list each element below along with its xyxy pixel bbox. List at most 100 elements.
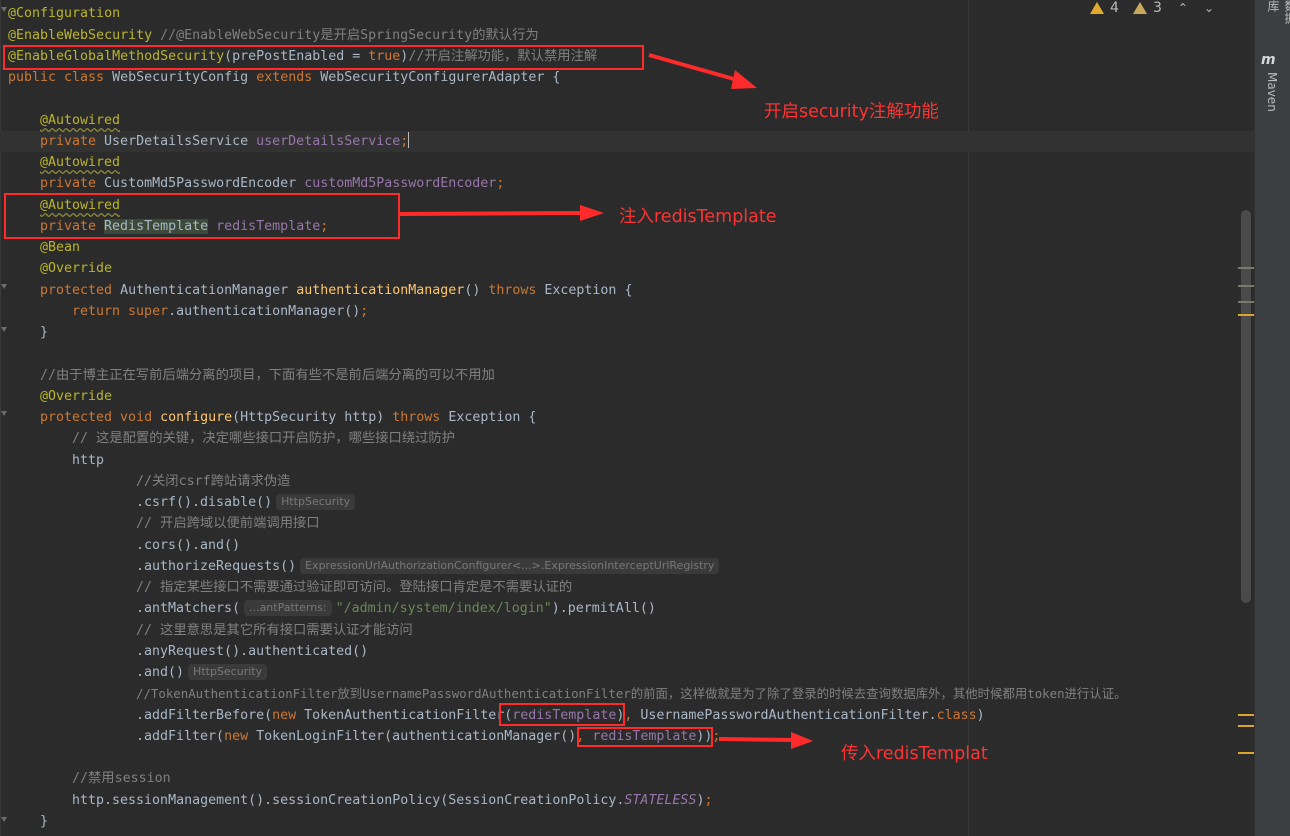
code-token: .addFilter( (136, 729, 225, 744)
code-line[interactable]: //关闭csrf跨站请求伪造 (136, 471, 290, 492)
semicolon-token: ; (704, 793, 713, 808)
comment-token: // 这是配置的关键，决定哪些接口开启防护，哪些接口绕过防护 (72, 431, 456, 446)
type-token: CustomMd5PasswordEncoder (104, 176, 305, 191)
code-token: (HttpSecurity http) (232, 410, 393, 425)
code-line[interactable]: } (40, 322, 48, 343)
arrow-icon (399, 205, 604, 221)
keyword-token: extends (256, 70, 321, 85)
highlight-box (4, 193, 400, 239)
fold-marker-icon[interactable] (1, 284, 7, 292)
code-token: .and() (136, 665, 185, 680)
scroll-marker[interactable] (1238, 285, 1254, 287)
code-line[interactable]: private CustomMd5PasswordEncoder customM… (40, 173, 504, 194)
code-line[interactable]: .cors().and() (136, 535, 240, 556)
maven-tool-tab[interactable]: Maven (1265, 72, 1279, 112)
code-line[interactable]: .anyRequest().authenticated() (136, 641, 368, 662)
code-token: http.sessionManagement().sessionCreation… (72, 793, 625, 808)
comment-token: // 开启跨域以便前端调用接口 (136, 516, 320, 531)
code-token: WebSecurityConfigurerAdapter { (320, 70, 561, 85)
code-token: Exception { (544, 283, 633, 298)
code-line[interactable]: @Autowired (40, 152, 120, 173)
keyword-token: new (224, 729, 257, 744)
right-tool-window-bar: 数据库 m Maven (1254, 0, 1290, 836)
code-line[interactable]: @Configuration (8, 3, 120, 24)
keyword-token: protected (40, 283, 121, 298)
code-line[interactable]: @Override (40, 386, 112, 407)
comment-token: //由于博主正在写前后端分离的项目，下面有些不是前后端分离的可以不用加 (40, 368, 495, 383)
fold-marker-icon[interactable] (1, 817, 7, 825)
annotation-token: @Bean (40, 240, 81, 255)
comment-token: // 这里意思是其它所有接口需要认证才能访问 (136, 623, 413, 638)
code-line[interactable]: @Bean (40, 237, 80, 258)
code-token: .authenticationManager() (168, 304, 361, 319)
keyword-token: super (128, 304, 169, 319)
annotation-token: @Override (40, 389, 113, 404)
weak-warning-icon (1132, 2, 1147, 14)
inspection-widget[interactable]: 4 3 ⌃ ⌄ (1090, 0, 1214, 16)
code-line[interactable]: return super.authenticationManager(); (72, 301, 368, 322)
warning-count: 4 (1110, 0, 1119, 16)
code-line[interactable]: .and() HttpSecurity (136, 662, 271, 683)
code-token: .authorizeRequests() (136, 559, 297, 574)
code-line[interactable]: } (40, 811, 48, 832)
scroll-marker[interactable] (1238, 267, 1254, 269)
code-line[interactable]: //TokenAuthenticationFilter放到UsernamePas… (136, 683, 1127, 704)
highlight-box (499, 703, 625, 726)
semicolon-token: ; (496, 176, 505, 191)
fold-marker-icon[interactable] (1, 411, 7, 419)
fold-marker-icon[interactable] (1, 327, 7, 335)
fold-marker-icon[interactable] (1, 7, 7, 15)
code-token: .csrf().disable() (136, 495, 273, 510)
code-line[interactable]: protected AuthenticationManager authenti… (40, 280, 632, 301)
code-line[interactable]: private UserDetailsService userDetailsSe… (40, 131, 410, 152)
code-line[interactable]: http (72, 450, 104, 471)
constant-token: STATELESS (624, 793, 697, 808)
scroll-marker[interactable] (1238, 725, 1254, 727)
callout-label: 开启security注解功能 (764, 102, 939, 122)
comment-token: //TokenAuthenticationFilter放到UsernamePas… (136, 686, 1127, 701)
code-token: ) (976, 708, 985, 723)
chevron-up-icon[interactable]: ⌃ (1178, 1, 1188, 15)
code-line[interactable]: // 这里意思是其它所有接口需要认证才能访问 (136, 620, 413, 641)
comment-token: //@EnableWebSecurity是开启SpringSecurity的默认… (152, 28, 539, 43)
field-token: customMd5PasswordEncoder (304, 176, 497, 191)
code-line[interactable]: .csrf().disable() HttpSecurity (136, 492, 359, 513)
scroll-marker[interactable] (1238, 752, 1254, 754)
code-editor[interactable]: @Configuration @EnableWebSecurity //@Ena… (0, 0, 1254, 836)
code-token: http (72, 453, 105, 468)
code-line[interactable]: //禁用session (72, 768, 171, 789)
code-token: TokenAuthenticationFilter( (304, 708, 513, 723)
code-line[interactable]: http.sessionManagement().sessionCreation… (72, 790, 712, 811)
code-line[interactable]: // 这是配置的关键，决定哪些接口开启防护，哪些接口绕过防护 (72, 428, 455, 449)
highlight-box (3, 45, 644, 70)
code-line[interactable]: @EnableWebSecurity //@EnableWebSecurity是… (8, 25, 539, 46)
code-line[interactable]: .antMatchers(...antPatterns: "/admin/syst… (136, 598, 656, 619)
code-token: .anyRequest().authenticated() (136, 644, 369, 659)
code-line[interactable]: protected void configure(HttpSecurity ht… (40, 407, 536, 428)
code-token: ).permitAll() (551, 601, 656, 616)
arrow-icon (718, 732, 813, 749)
code-line[interactable]: @Override (40, 258, 112, 279)
code-line[interactable]: @Autowired (40, 110, 120, 131)
keyword-token: private (40, 134, 105, 149)
scroll-marker[interactable] (1238, 301, 1254, 303)
code-line[interactable]: //由于博主正在写前后端分离的项目，下面有些不是前后端分离的可以不用加 (40, 365, 495, 386)
chevron-down-icon[interactable]: ⌄ (1204, 1, 1214, 15)
scroll-marker[interactable] (1238, 314, 1254, 316)
code-line[interactable]: // 开启跨域以便前端调用接口 (136, 513, 320, 534)
code-line[interactable]: // 指定某些接口不需要通过验证即可访问。登陆接口肯定是不需要认证的 (136, 577, 572, 598)
keyword-token: public class (8, 70, 113, 85)
database-tool-tab[interactable]: 数据库 (1265, 0, 1290, 32)
type-inlay-hint: ExpressionUrlAuthorizationConfigurer<...… (300, 558, 720, 574)
keyword-token: class (936, 708, 977, 723)
scroll-marker[interactable] (1238, 714, 1254, 716)
type-token: UserDetailsService (104, 134, 257, 149)
parameter-inlay-hint: ...antPatterns: (244, 600, 332, 616)
method-token: configure (160, 410, 233, 425)
comment-token: //关闭csrf跨站请求伪造 (136, 474, 291, 489)
code-line[interactable]: public class WebSecurityConfig extends W… (8, 67, 560, 88)
code-line[interactable]: .authorizeRequests() ExpressionUrlAuthori… (136, 556, 723, 577)
comment-token: // 指定某些接口不需要通过验证即可访问。登陆接口肯定是不需要认证的 (136, 580, 573, 595)
code-token: .addFilterBefore( (136, 708, 273, 723)
keyword-token: throws (392, 410, 449, 425)
